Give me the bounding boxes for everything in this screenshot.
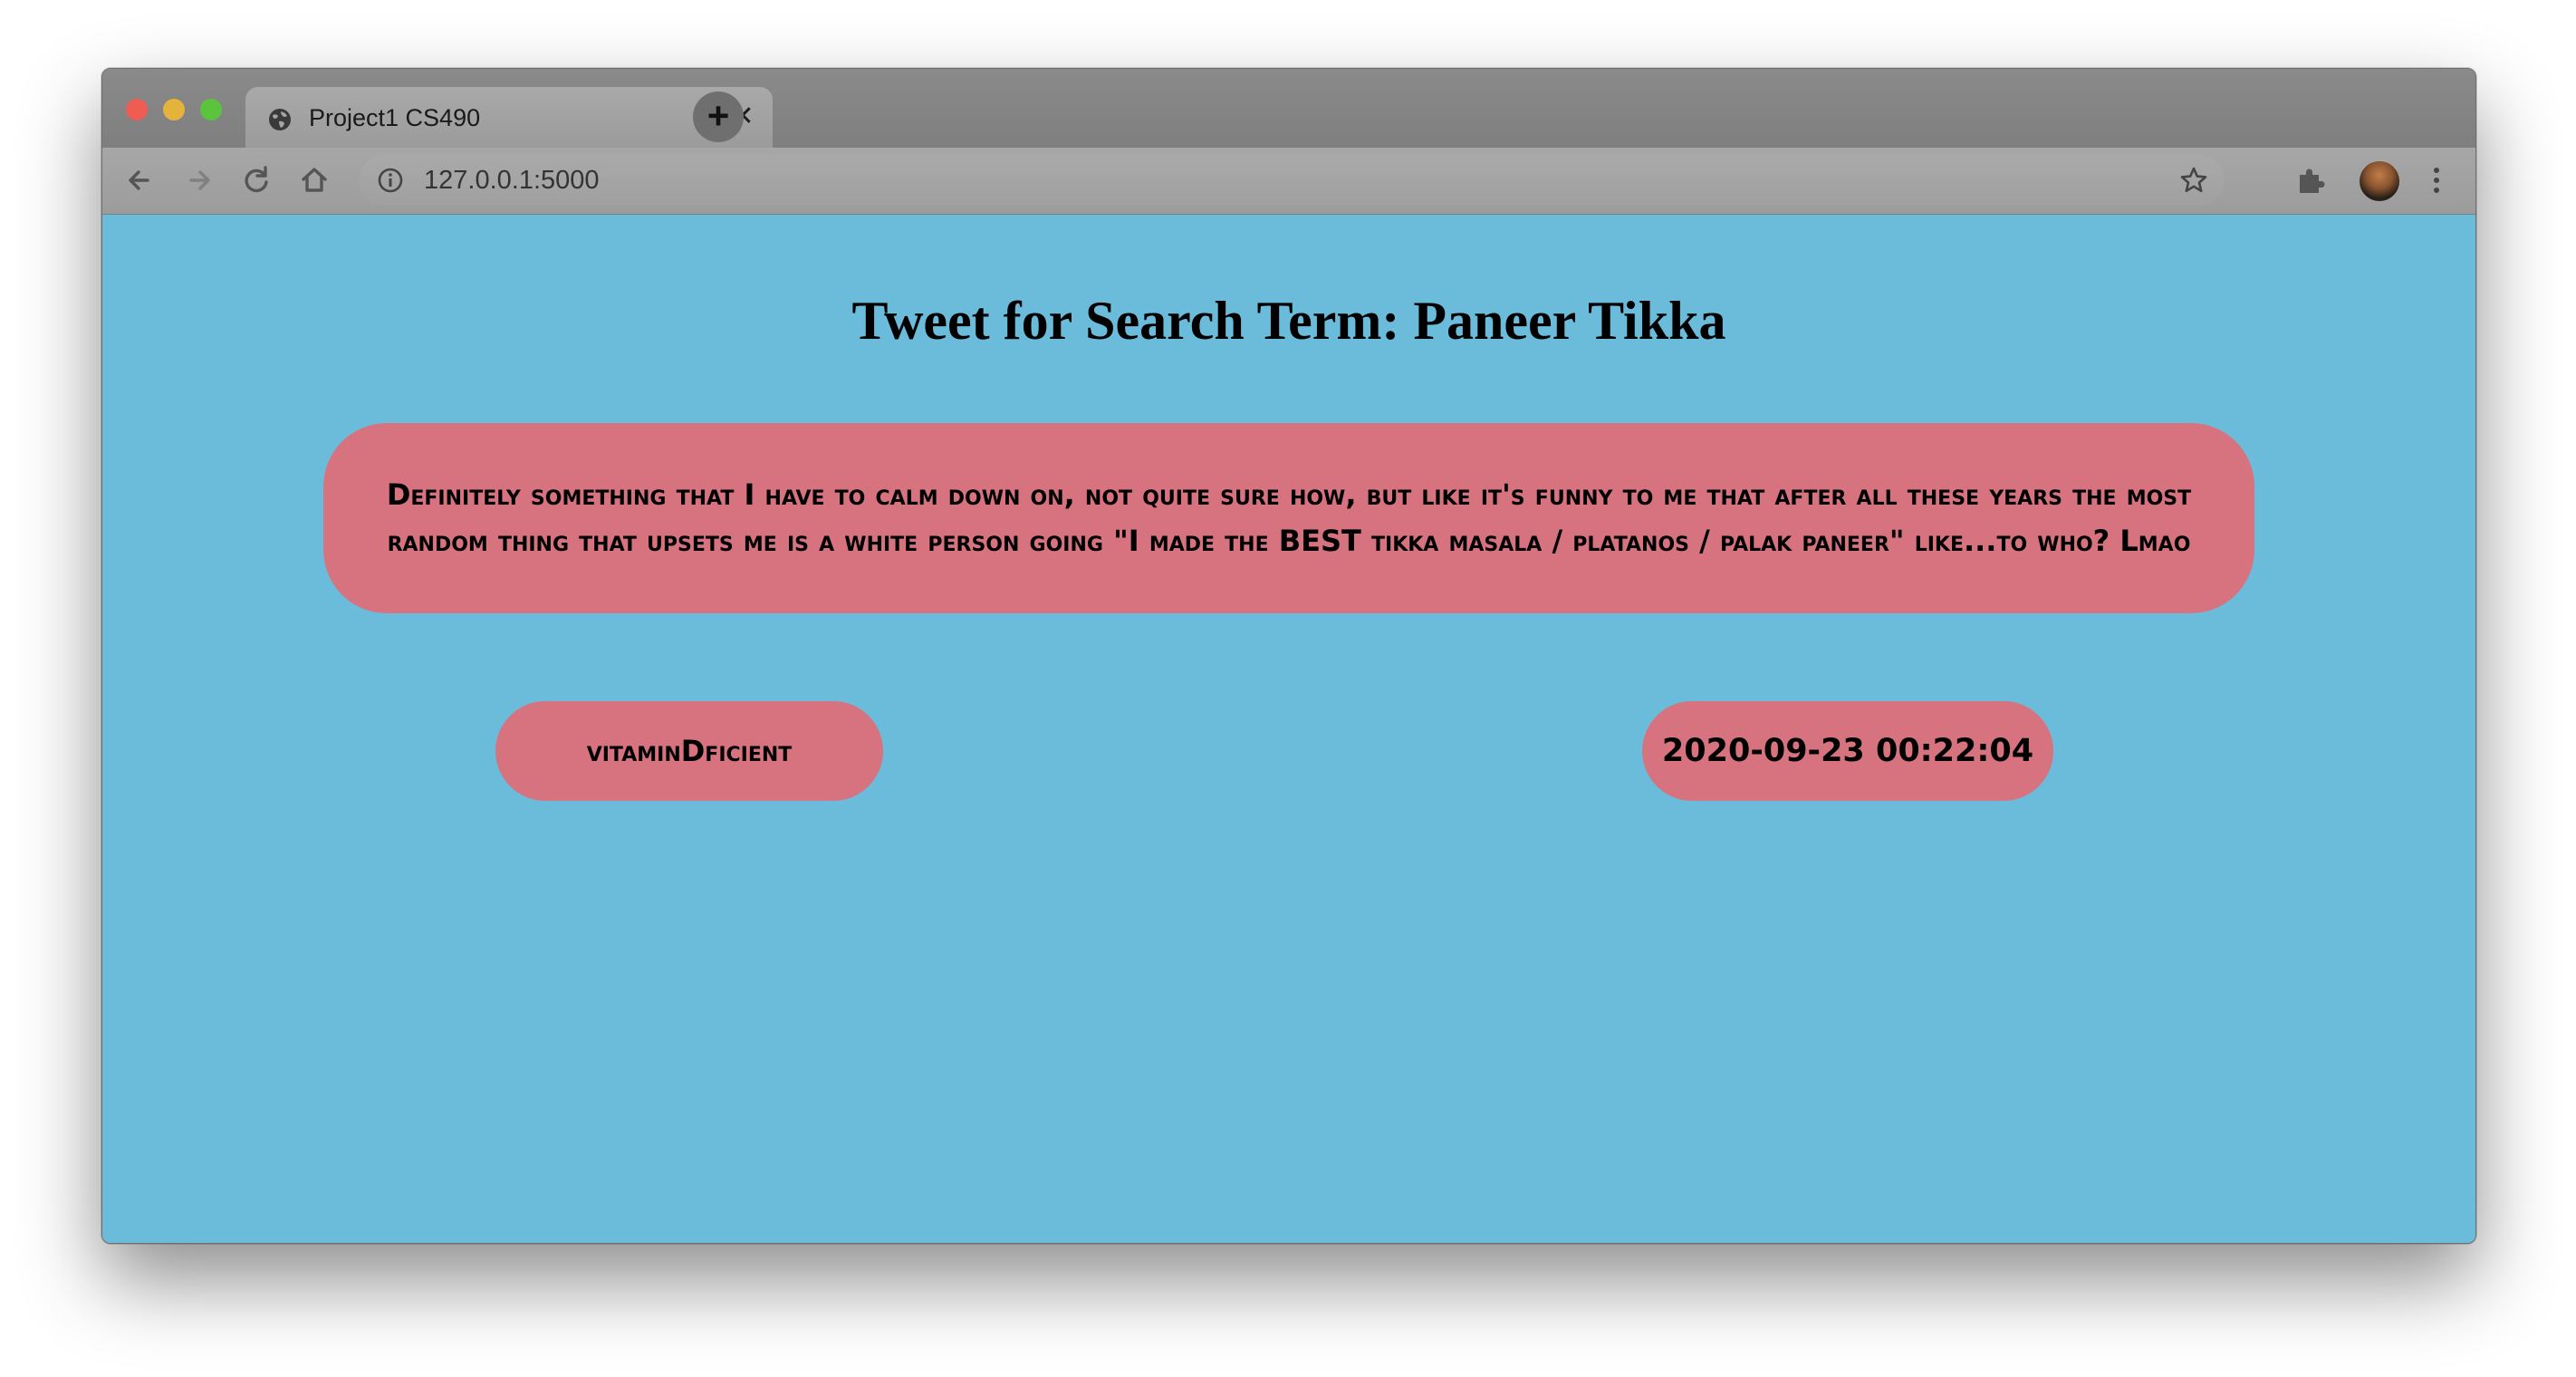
globe-icon (269, 109, 291, 130)
forward-button[interactable] (178, 160, 218, 200)
tweet-card: Definitely something that I have to calm… (323, 423, 2254, 613)
new-tab-button[interactable]: + (693, 91, 744, 142)
arrow-right-icon (189, 170, 210, 190)
arrow-left-icon (129, 170, 149, 190)
home-button[interactable] (294, 160, 334, 200)
close-window-button[interactable] (126, 99, 148, 120)
reload-button[interactable] (236, 160, 276, 200)
address-bar[interactable]: 127.0.0.1:5000 (359, 155, 2225, 206)
page-content: Tweet for Search Term: Paneer Tikka Defi… (102, 215, 2475, 1243)
kebab-menu-icon[interactable] (2423, 160, 2450, 200)
tweet-username: vitaminDficient (495, 701, 883, 801)
tweet-timestamp: 2020-09-23 00:22:04 (1642, 701, 2053, 801)
browser-toolbar: 127.0.0.1:5000 (102, 148, 2475, 215)
puzzle-icon[interactable] (2292, 162, 2329, 198)
minimize-window-button[interactable] (163, 99, 185, 120)
url-text: 127.0.0.1:5000 (424, 166, 600, 195)
page-title: Tweet for Search Term: Paneer Tikka (851, 291, 1726, 351)
reload-icon (245, 166, 268, 193)
star-icon[interactable] (2177, 162, 2210, 198)
info-icon[interactable] (377, 167, 404, 194)
home-icon (302, 168, 327, 192)
tab-strip: Project1 CS490 ✕ + (102, 69, 2475, 148)
tweet-text: Definitely something that I have to calm… (386, 477, 2192, 558)
avatar[interactable] (2360, 161, 2399, 201)
back-button[interactable] (120, 160, 160, 200)
tab-title: Project1 CS490 (309, 104, 481, 131)
browser-window: Project1 CS490 ✕ + (101, 68, 2476, 1244)
zoom-window-button[interactable] (200, 99, 222, 120)
